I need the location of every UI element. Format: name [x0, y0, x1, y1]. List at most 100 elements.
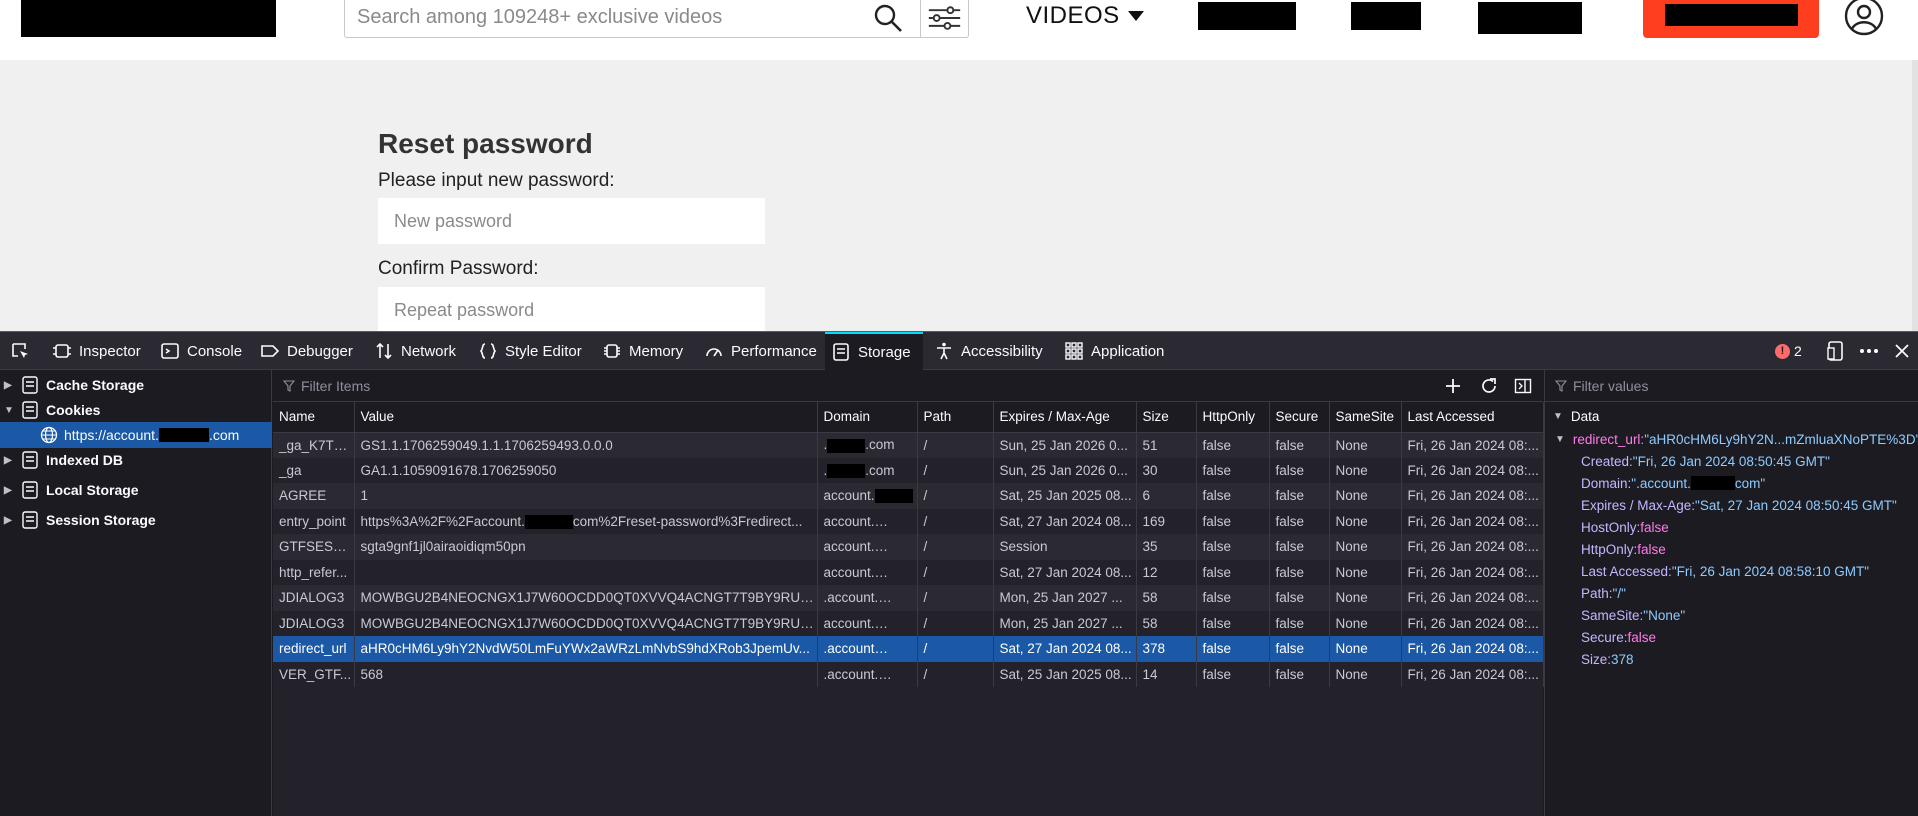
filter-items-bar	[273, 370, 1543, 402]
application-grid-icon	[1065, 342, 1083, 360]
column-header[interactable]: Value	[354, 402, 818, 433]
add-item-button[interactable]	[1441, 374, 1465, 398]
table-row[interactable]: AGREE 1 account. / Sat, 25 Jan 2025 08... 6 fa…	[273, 483, 1544, 509]
detail-key: HttpOnly:	[1581, 541, 1638, 557]
tree-item-label: Indexed DB	[46, 452, 124, 468]
column-header[interactable]: Last Accessed	[1401, 402, 1544, 433]
site-logo-redacted[interactable]	[21, 0, 276, 37]
expand-arrow-icon[interactable]: ▶	[4, 515, 14, 526]
cta-button[interactable]	[1643, 0, 1819, 38]
table-row[interactable]: http_refer... account. l.../Sat, 27 Jan 20…	[273, 559, 1544, 585]
tab-inspector[interactable]: Inspector	[46, 332, 147, 370]
table-row[interactable]: _ga GA1.1.1059091678.1706259050. .com / Sun,…	[273, 457, 1544, 483]
detail-row-root[interactable]: ▼ redirect_url: "aHR0cHM6Ly9hY2N...mZmlu…	[1555, 428, 1918, 450]
new-password-input[interactable]	[378, 198, 765, 244]
table-row[interactable]: redirect_url aHR0cHM6Ly9hY2NvdW50LmFuYWx2…	[273, 636, 1544, 662]
detail-row-samesite[interactable]: SameSite: "None"	[1581, 604, 1685, 626]
tab-style-editor[interactable]: Style Editor	[472, 332, 588, 370]
collapse-arrow-icon[interactable]: ▼	[4, 405, 14, 416]
responsive-design-icon[interactable]	[1826, 332, 1846, 370]
tree-item-cookie-host[interactable]: https://account. .com	[0, 422, 272, 448]
tree-item-cache-storage[interactable]: ▶ Cache Storage	[0, 372, 272, 398]
tree-item-indexed-db[interactable]: ▶ Indexed DB	[0, 447, 272, 473]
cell-size: 30	[1136, 457, 1197, 483]
tab-label: Network	[401, 342, 457, 360]
expand-arrow-icon[interactable]: ▶	[4, 455, 14, 466]
search-icon[interactable]	[872, 2, 904, 34]
table-row[interactable]: GTFSESSID sgta9gnf1jl0airaoidiqm50pn accou…	[273, 534, 1544, 560]
detail-row-secure[interactable]: Secure: false	[1581, 626, 1656, 648]
tab-network[interactable]: Network	[368, 332, 462, 370]
tab-memory[interactable]: Memory	[596, 332, 689, 370]
filter-values-input[interactable]	[1573, 377, 1873, 394]
column-header[interactable]: Path	[917, 402, 994, 433]
column-header[interactable]: Name	[273, 402, 355, 433]
domain-prefix: .account	[823, 641, 875, 657]
confirm-password-input[interactable]	[378, 287, 765, 331]
data-section-header[interactable]: ▼ Data	[1553, 405, 1599, 427]
filter-items-input[interactable]	[301, 377, 901, 394]
user-account-icon[interactable]	[1844, 0, 1884, 36]
table-row[interactable]: entry_point https%3A%2F%2Faccount. com%2Fr…	[273, 508, 1544, 534]
tree-item-cookies[interactable]: ▼ Cookies	[0, 397, 272, 423]
close-icon[interactable]	[1894, 332, 1910, 370]
table-row[interactable]: VER_GTF...568.account..../Sat, 25 Jan 20…	[273, 661, 1544, 687]
storage-icon	[22, 451, 38, 469]
element-picker-button[interactable]	[4, 332, 36, 370]
page-scrollbar[interactable]	[1912, 60, 1918, 331]
detail-row-created[interactable]: Created: "Fri, 26 Jan 2024 08:50:45 GMT"	[1581, 450, 1830, 472]
videos-menu[interactable]: VIDEOS	[1026, 2, 1144, 30]
expand-arrow-icon[interactable]: ▶	[4, 485, 14, 496]
tab-console[interactable]: Console	[154, 332, 248, 370]
nav-link-redacted-2[interactable]	[1351, 2, 1421, 30]
refresh-button[interactable]	[1477, 374, 1501, 398]
detail-row-size[interactable]: Size: 378	[1581, 648, 1634, 670]
column-header[interactable]: Domain	[817, 402, 918, 433]
column-header[interactable]: SameSite	[1329, 402, 1402, 433]
detail-key: Domain:	[1581, 475, 1632, 491]
cell-domain: .account....	[817, 661, 918, 687]
cell-value: https%3A%2F%2Faccount. com%2Freset-passwo…	[354, 508, 818, 534]
tab-storage[interactable]: Storage	[825, 332, 923, 370]
detail-value: false	[1637, 541, 1666, 557]
tab-accessibility[interactable]: Accessibility	[928, 332, 1049, 370]
table-row[interactable]: JDIALOG3 MOWBGU2B4NEOCNGX1J7W60OCDD0QT0XV…	[273, 585, 1544, 611]
expand-arrow-icon[interactable]: ▶	[4, 380, 14, 391]
more-options-icon[interactable]	[1858, 332, 1880, 370]
table-row[interactable]: JDIALOG3 MOWBGU2B4NEOCNGX1J7W60OCDD0QT0XV…	[273, 610, 1544, 636]
cell-expires: Sat, 27 Jan 2024 08...	[993, 508, 1137, 534]
cell-value: 1	[354, 483, 818, 509]
detail-row-domain[interactable]: Domain: ".account. com"	[1581, 472, 1765, 494]
detail-row-httponly[interactable]: HttpOnly: false	[1581, 538, 1666, 560]
cell-name: redirect_url	[273, 636, 355, 662]
search-input[interactable]	[357, 4, 877, 30]
nav-link-redacted-3[interactable]	[1478, 2, 1582, 34]
column-header[interactable]: Expires / Max-Age	[993, 402, 1137, 433]
tab-label: Debugger	[287, 342, 353, 360]
tab-debugger[interactable]: Debugger	[254, 332, 359, 370]
detail-row-lastaccessed[interactable]: Last Accessed: "Fri, 26 Jan 2024 08:58:1…	[1581, 560, 1869, 582]
toggle-sidebar-button[interactable]	[1511, 374, 1535, 398]
tree-item-label: Session Storage	[46, 512, 156, 528]
storage-tree: ▶ Cache Storage ▼ Cookies https://accoun…	[0, 370, 272, 816]
tab-performance[interactable]: Performance	[698, 332, 823, 370]
tree-item-session-storage[interactable]: ▶ Session Storage	[0, 507, 272, 533]
column-header[interactable]: Size	[1136, 402, 1197, 433]
web-page: VIDEOS Reset password Please input new p…	[0, 0, 1918, 331]
column-header[interactable]: HttpOnly	[1196, 402, 1270, 433]
detail-row-hostonly[interactable]: HostOnly: false	[1581, 516, 1669, 538]
nav-link-redacted-1[interactable]	[1198, 2, 1296, 30]
detail-row-expires[interactable]: Expires / Max-Age: "Sat, 27 Jan 2024 08:…	[1581, 494, 1897, 516]
detail-value: "Fri, 26 Jan 2024 08:50:45 GMT"	[1632, 453, 1830, 469]
tree-item-local-storage[interactable]: ▶ Local Storage	[0, 477, 272, 503]
tab-application[interactable]: Application	[1058, 332, 1170, 370]
column-header[interactable]: Secure	[1269, 402, 1330, 433]
domain-suffix: ...	[912, 641, 917, 657]
cookie-host-suffix: .com	[208, 427, 240, 443]
detail-key: Last Accessed:	[1581, 563, 1672, 579]
filter-sliders-icon[interactable]	[920, 0, 968, 38]
table-row[interactable]: _ga_K7TR... GS1.1.1706259049.1.1.17062594…	[273, 432, 1544, 458]
filter-funnel-icon	[283, 379, 295, 392]
error-count-badge[interactable]: ! 2	[1775, 332, 1802, 370]
detail-row-path[interactable]: Path: "/"	[1581, 582, 1626, 604]
